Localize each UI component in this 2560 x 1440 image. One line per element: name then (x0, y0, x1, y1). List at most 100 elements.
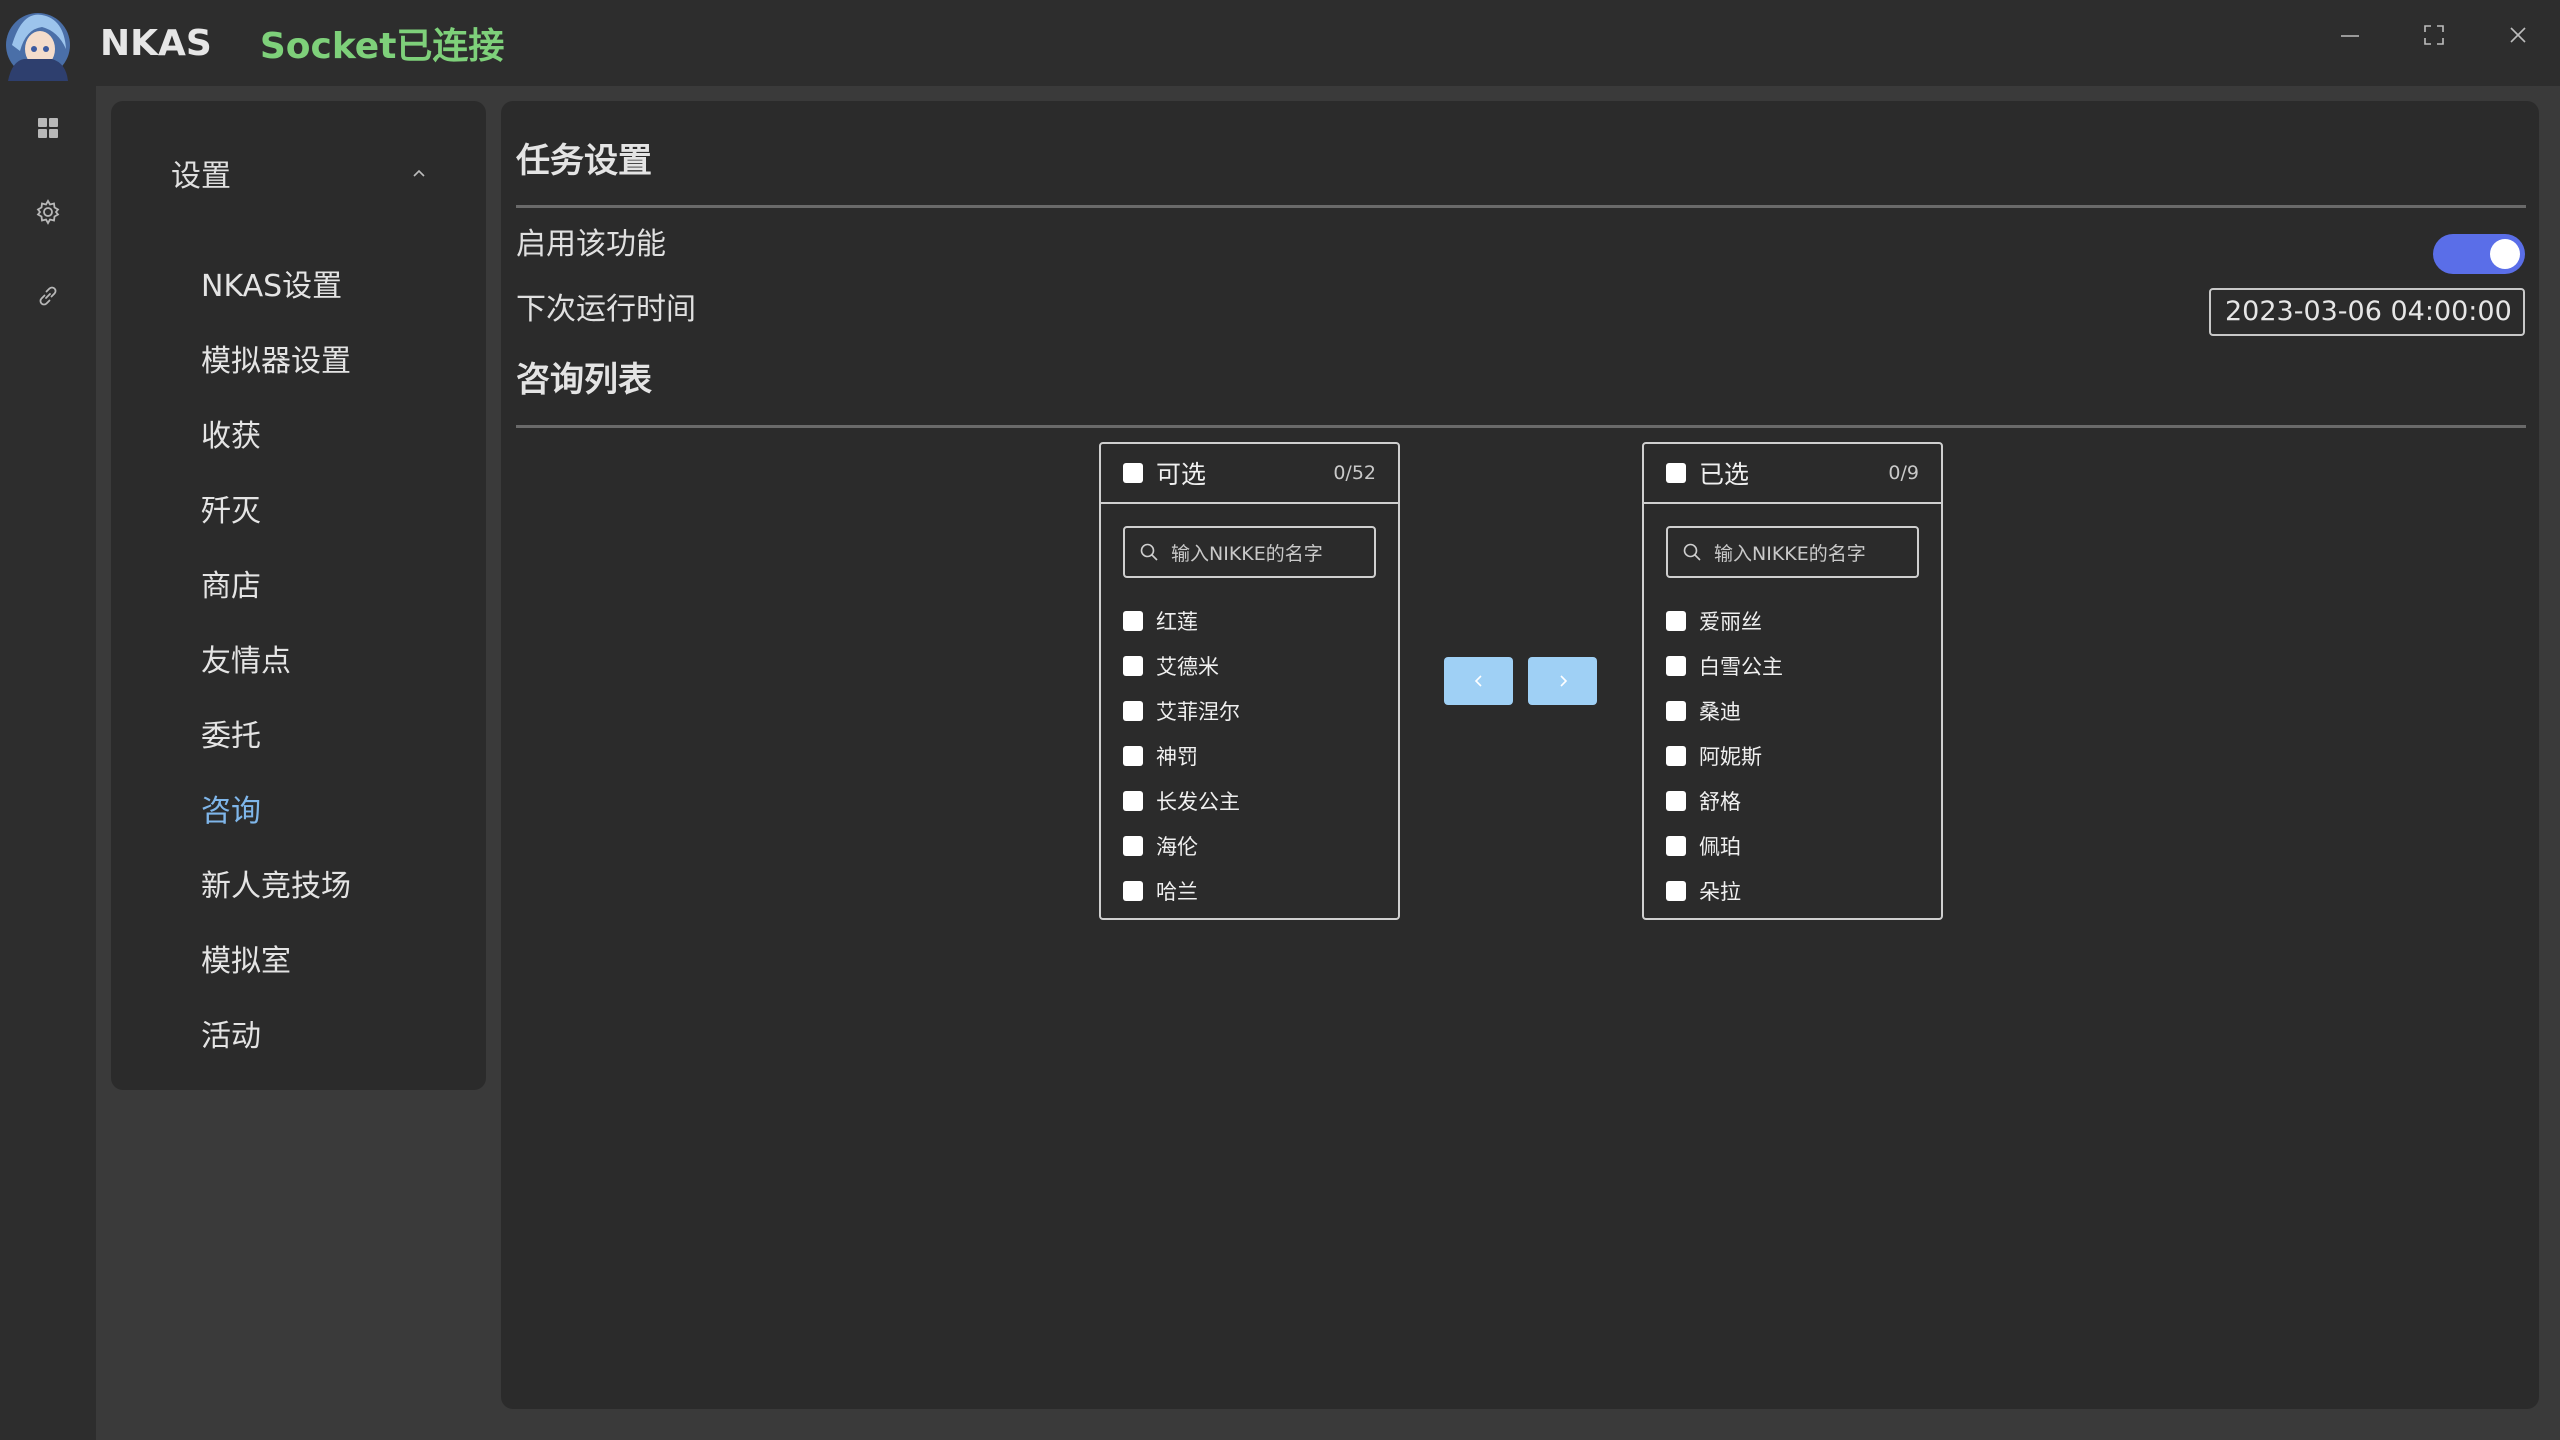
socket-status: Socket已连接 (259, 26, 505, 67)
item-checkbox[interactable] (1123, 610, 1143, 631)
window-controls (2308, 0, 2560, 70)
list-item[interactable]: 桑迪 (1644, 688, 1941, 733)
item-checkbox[interactable] (1123, 745, 1143, 766)
icon-rail (0, 86, 96, 1440)
nav-item-simulation-room[interactable]: 模拟室 (111, 920, 486, 995)
item-label: 朵拉 (1699, 879, 1741, 904)
rail-settings-button[interactable] (0, 170, 96, 254)
item-label: 海伦 (1156, 834, 1198, 859)
selected-list-panel: 已选 0/9 输入NIKKE的名字 爱丽丝 白雪公主 桑迪 阿妮斯 舒格 佩珀 … (1642, 442, 1943, 920)
item-checkbox[interactable] (1666, 700, 1686, 721)
main-panel: 任务设置 启用该功能 下次运行时间 2023-03-06 04:00:00 咨询… (501, 101, 2539, 1409)
item-label: 舒格 (1699, 789, 1741, 814)
rail-link-button[interactable] (0, 254, 96, 338)
item-checkbox[interactable] (1666, 880, 1686, 901)
list-item[interactable]: 爱丽丝 (1644, 598, 1941, 643)
list-item[interactable]: 朵拉 (1644, 868, 1941, 913)
item-checkbox[interactable] (1123, 835, 1143, 856)
next-run-time-label: 下次运行时间 (516, 292, 696, 327)
nav-item-event[interactable]: 活动 (111, 995, 486, 1070)
selected-count: 0/9 (1888, 462, 1919, 484)
minimize-icon (2341, 35, 2359, 37)
settings-nav: 设置 NKAS设置 模拟器设置 收获 歼灭 商店 友情点 委托 咨询 新人竞技场… (111, 101, 486, 1090)
item-label: 神罚 (1156, 744, 1198, 769)
item-label: 爱丽丝 (1699, 609, 1762, 634)
item-checkbox[interactable] (1666, 835, 1686, 856)
search-placeholder: 输入NIKKE的名字 (1714, 542, 1866, 565)
move-left-button[interactable] (1444, 657, 1513, 705)
item-label: 桑迪 (1699, 699, 1741, 724)
list-item[interactable]: 阿妮斯 (1644, 733, 1941, 778)
item-label: 哈兰 (1156, 879, 1198, 904)
close-icon (2510, 27, 2526, 43)
app-name: NKAS (100, 22, 212, 64)
nav-item-friend-points[interactable]: 友情点 (111, 620, 486, 695)
available-list-panel: 可选 0/52 输入NIKKE的名字 红莲 艾德米 艾菲涅尔 神罚 长发公主 海… (1099, 442, 1400, 920)
app-avatar (2, 5, 74, 81)
search-placeholder: 输入NIKKE的名字 (1171, 542, 1323, 565)
nav-item-shop[interactable]: 商店 (111, 545, 486, 620)
item-checkbox[interactable] (1666, 790, 1686, 811)
enable-feature-toggle[interactable] (2433, 234, 2525, 274)
item-checkbox[interactable] (1666, 610, 1686, 631)
selected-list-header: 已选 0/9 (1644, 444, 1941, 504)
nav-item-rookie-arena[interactable]: 新人竞技场 (111, 845, 486, 920)
close-button[interactable] (2476, 0, 2560, 70)
nav-item-emulator-settings[interactable]: 模拟器设置 (111, 320, 486, 395)
available-count: 0/52 (1333, 462, 1376, 484)
selected-search-input[interactable]: 输入NIKKE的名字 (1666, 526, 1919, 578)
divider (516, 425, 2526, 428)
settings-nav-header[interactable]: 设置 (111, 101, 486, 245)
link-icon (39, 286, 57, 306)
item-label: 红莲 (1156, 609, 1198, 634)
list-item[interactable]: 艾德米 (1101, 643, 1398, 688)
item-checkbox[interactable] (1123, 790, 1143, 811)
maximize-button[interactable] (2392, 0, 2476, 70)
item-checkbox[interactable] (1666, 745, 1686, 766)
chevron-right-icon (1559, 675, 1567, 687)
select-all-available-checkbox[interactable] (1123, 463, 1143, 483)
consultation-list-title: 咨询列表 (516, 360, 652, 400)
move-right-button[interactable] (1528, 657, 1597, 705)
next-run-time-input[interactable]: 2023-03-06 04:00:00 (2209, 288, 2525, 336)
grid-icon (38, 118, 58, 138)
available-list-title: 可选 (1156, 460, 1207, 489)
item-checkbox[interactable] (1666, 655, 1686, 676)
list-item[interactable]: 海伦 (1101, 823, 1398, 868)
nav-item-consultation[interactable]: 咨询 (111, 770, 486, 845)
nav-item-annihilation[interactable]: 歼灭 (111, 470, 486, 545)
available-search-input[interactable]: 输入NIKKE的名字 (1123, 526, 1376, 578)
rail-dashboard-button[interactable] (0, 86, 96, 170)
nav-item-harvest[interactable]: 收获 (111, 395, 486, 470)
settings-nav-header-label: 设置 (171, 159, 231, 194)
item-checkbox[interactable] (1123, 655, 1143, 676)
list-item[interactable]: 白雪公主 (1644, 643, 1941, 688)
chevron-up-icon (413, 169, 425, 177)
list-item[interactable]: 舒格 (1644, 778, 1941, 823)
list-item[interactable]: 红莲 (1101, 598, 1398, 643)
title-bar: NKAS Socket已连接 (0, 0, 2560, 86)
item-checkbox[interactable] (1123, 880, 1143, 901)
gear-icon (36, 199, 60, 225)
divider (516, 205, 2526, 208)
list-item[interactable]: 艾菲涅尔 (1101, 688, 1398, 733)
maximize-icon (2424, 25, 2444, 45)
item-label: 长发公主 (1156, 789, 1240, 814)
list-item[interactable]: 长发公主 (1101, 778, 1398, 823)
list-item[interactable]: 佩珀 (1644, 823, 1941, 868)
selected-list-title: 已选 (1699, 460, 1750, 489)
item-label: 白雪公主 (1699, 654, 1783, 679)
select-all-selected-checkbox[interactable] (1666, 463, 1686, 483)
item-checkbox[interactable] (1123, 700, 1143, 721)
nav-item-nkas-settings[interactable]: NKAS设置 (111, 245, 486, 320)
task-settings-title: 任务设置 (516, 141, 652, 181)
item-label: 艾菲涅尔 (1156, 699, 1240, 724)
nav-item-commission[interactable]: 委托 (111, 695, 486, 770)
list-item[interactable]: 哈兰 (1101, 868, 1398, 913)
list-item[interactable]: 神罚 (1101, 733, 1398, 778)
minimize-button[interactable] (2308, 0, 2392, 70)
chevron-left-icon (1474, 675, 1482, 687)
toggle-knob (2490, 239, 2520, 269)
item-label: 艾德米 (1156, 654, 1219, 679)
item-label: 佩珀 (1699, 834, 1741, 859)
